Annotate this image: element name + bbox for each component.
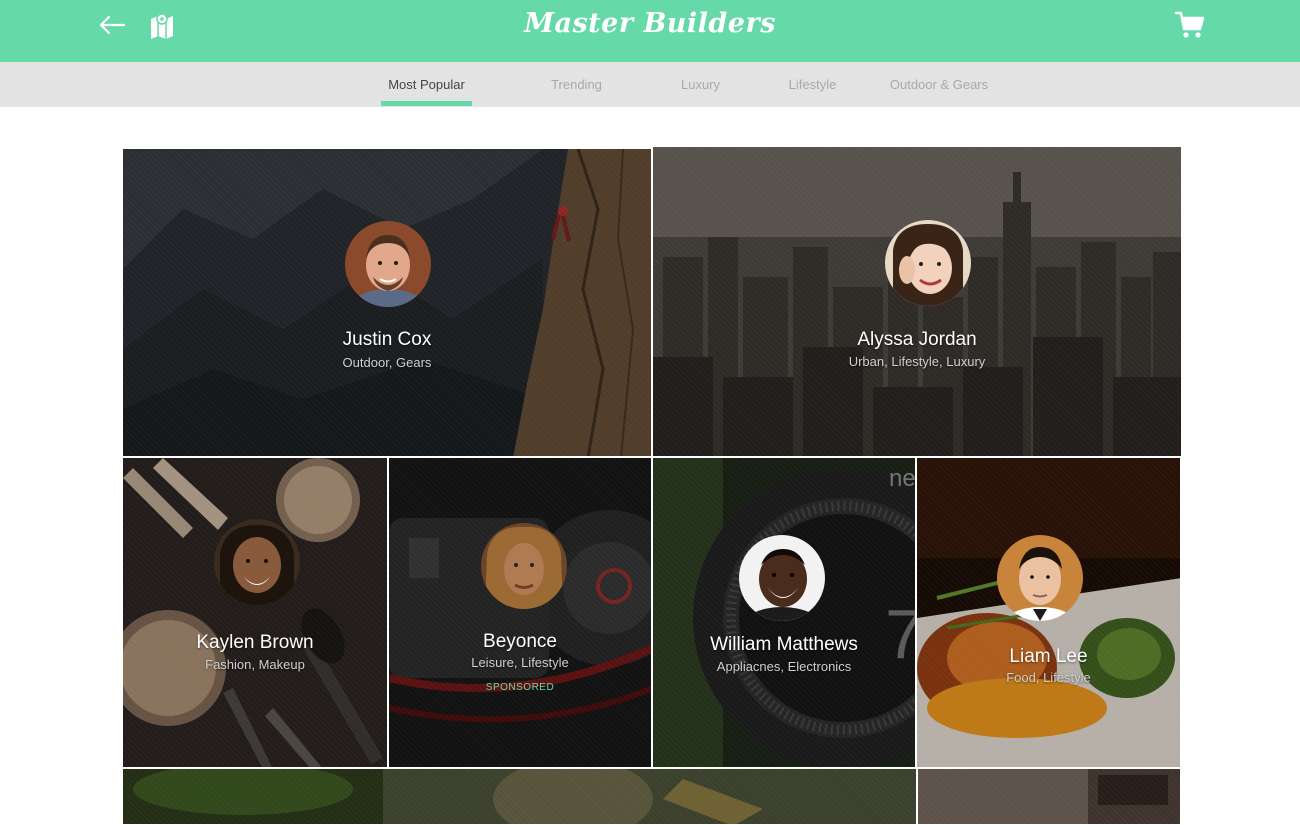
sponsored-badge: SPONSORED: [485, 682, 555, 693]
tab-trending[interactable]: Trending: [540, 62, 613, 107]
active-tab-indicator: [381, 101, 472, 106]
app-title: Master Builders: [524, 8, 776, 39]
avatar: [997, 535, 1083, 621]
category-tabs: Most Popular Trending Luxury Lifestyle O…: [0, 62, 1300, 107]
builder-card-kaylen-brown[interactable]: Kaylen Brown Fashion, Makeup: [122, 457, 388, 768]
builder-tags: Fashion, Makeup: [205, 657, 305, 672]
builder-name: Justin Cox: [342, 329, 432, 350]
avatar: [885, 220, 971, 306]
builder-name: Kaylen Brown: [196, 632, 314, 653]
builder-card-liam-lee[interactable]: Liam Lee Food, Lifestyle: [916, 457, 1181, 768]
builder-card-partial[interactable]: [917, 768, 1181, 825]
builder-name: William Matthews: [710, 634, 858, 655]
builder-card-alyssa-jordan[interactable]: Alyssa Jordan Urban, Lifestyle, Luxury: [652, 146, 1182, 457]
builder-card-william-matthews[interactable]: ne 7 William Matthews Appliacnes, Electr…: [652, 457, 916, 768]
builder-tags: Appliacnes, Electronics: [716, 659, 852, 674]
builder-name: Liam Lee: [1009, 646, 1088, 667]
builder-tags: Food, Lifestyle: [1006, 670, 1091, 685]
builder-card-partial[interactable]: [122, 768, 917, 825]
builder-tags: Leisure, Lifestyle: [471, 655, 569, 670]
tab-outdoor-gears[interactable]: Outdoor & Gears: [884, 62, 994, 107]
builder-tags: Outdoor, Gears: [342, 355, 432, 370]
builder-name: Beyonce: [483, 631, 557, 652]
tab-lifestyle[interactable]: Lifestyle: [778, 62, 847, 107]
avatar: [481, 523, 567, 609]
builder-name: Alyssa Jordan: [857, 329, 977, 350]
builder-card-beyonce[interactable]: Beyonce Leisure, Lifestyle SPONSORED: [388, 457, 652, 768]
shopping-cart-icon: [1174, 11, 1205, 38]
builder-card-justin-cox[interactable]: Justin Cox Outdoor, Gears: [122, 148, 652, 457]
avatar: [739, 535, 825, 621]
avatar: [345, 221, 431, 307]
cart-button[interactable]: [1170, 8, 1210, 42]
app-header: Master Builders: [0, 0, 1300, 62]
builder-tags: Urban, Lifestyle, Luxury: [848, 354, 986, 369]
tab-luxury[interactable]: Luxury: [670, 62, 731, 107]
avatar: [214, 519, 300, 605]
